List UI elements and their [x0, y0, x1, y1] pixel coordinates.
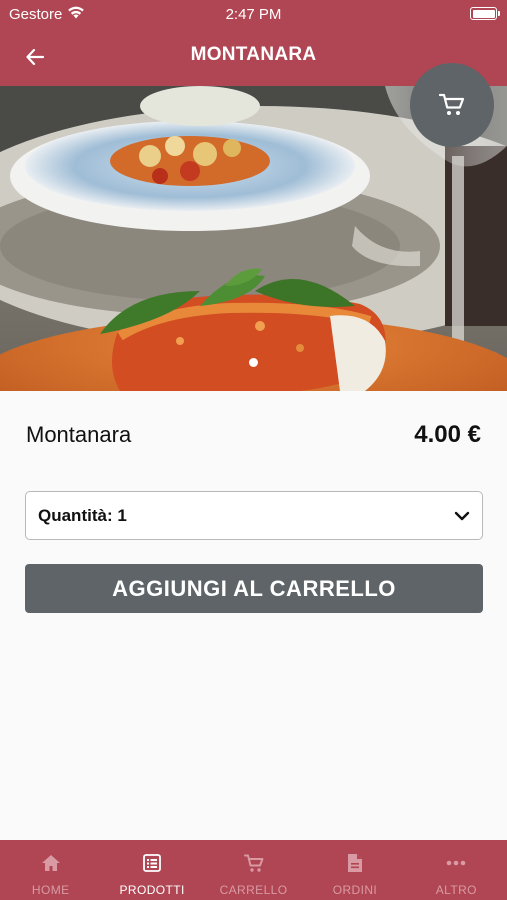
product-name: Montanara — [26, 422, 132, 447]
tab-ordini[interactable]: ORDINI — [304, 840, 405, 900]
cart-fab-button[interactable] — [410, 63, 494, 147]
chevron-down-icon — [454, 511, 470, 520]
product-detail-screen: Gestore 2:47 PM MONTANARA Montanara 4.00… — [0, 0, 507, 900]
list-icon — [143, 853, 162, 873]
tab-label-ordini: ORDINI — [332, 883, 378, 897]
carousel-page-indicator[interactable] — [249, 358, 258, 367]
battery-icon — [470, 7, 500, 20]
quantity-select[interactable]: Quantità: 1 — [25, 491, 483, 540]
home-icon — [41, 853, 61, 873]
cart-icon — [439, 93, 465, 115]
tab-label-prodotti: PRODOTTI — [119, 883, 185, 897]
add-to-cart-button[interactable]: AGGIUNGI AL CARRELLO — [25, 564, 483, 613]
product-summary: Montanara 4.00 € — [26, 420, 481, 450]
tab-label-carrello: CARRELLO — [219, 883, 288, 897]
bottom-tab-bar: HOME PRODOTTI CARRELLO ORDINI ALTRO — [0, 840, 507, 900]
more-icon — [446, 853, 466, 873]
quantity-value: Quantità: 1 — [38, 505, 127, 525]
document-icon — [347, 853, 363, 873]
status-bar: Gestore 2:47 PM — [0, 0, 507, 30]
tab-home[interactable]: HOME — [0, 840, 101, 900]
tab-prodotti[interactable]: PRODOTTI — [101, 840, 202, 900]
tab-label-altro: ALTRO — [435, 883, 477, 897]
cart-icon — [243, 853, 264, 873]
status-time: 2:47 PM — [225, 6, 282, 23]
product-price: 4.00 € — [414, 421, 481, 448]
tab-carrello[interactable]: CARRELLO — [203, 840, 304, 900]
tab-label-home: HOME — [31, 883, 70, 897]
page-title: MONTANARA — [190, 44, 317, 65]
tab-altro[interactable]: ALTRO — [406, 840, 507, 900]
